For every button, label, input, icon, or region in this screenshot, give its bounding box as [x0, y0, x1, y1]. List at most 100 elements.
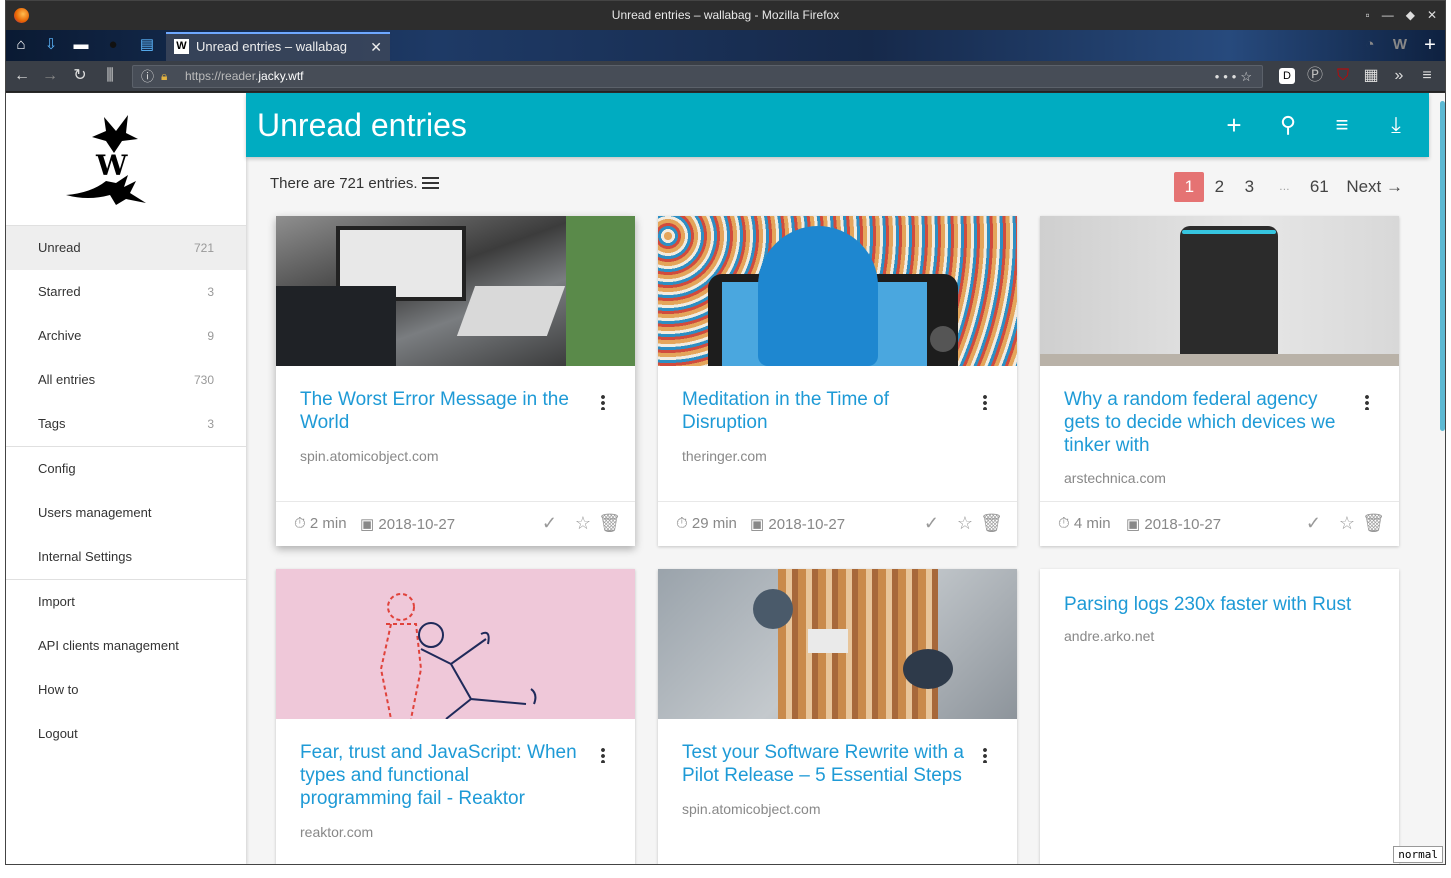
- sidebar-item-archive[interactable]: Archive 9: [6, 314, 246, 358]
- entry-card[interactable]: Parsing logs 230x faster with Rust andre…: [1040, 569, 1399, 864]
- maximize-icon[interactable]: ◆: [1406, 1, 1415, 30]
- pagination: 1 2 3 … 61 Next →: [1174, 172, 1403, 202]
- extension-icon[interactable]: ●: [104, 36, 122, 54]
- export-download-icon[interactable]: ⤓: [1384, 113, 1408, 137]
- page-content: W Unread 721 Starred 3 Archive 9 All entrie…: [6, 93, 1445, 864]
- sidebar-item-all-entries[interactable]: All entries 730: [6, 358, 246, 402]
- sidebar-item-users-management[interactable]: Users management: [6, 491, 246, 535]
- sidebar-item-tags[interactable]: Tags 3: [6, 402, 246, 446]
- close-tab-icon[interactable]: ✕: [370, 34, 382, 60]
- pocket-icon[interactable]: D: [1279, 68, 1295, 84]
- timer-icon: ⏱: [1058, 515, 1070, 532]
- scrollbar[interactable]: [1440, 101, 1445, 431]
- next-page-link[interactable]: Next →: [1346, 172, 1403, 202]
- entry-domain[interactable]: andre.arko.net: [1064, 628, 1154, 644]
- sidebar-item-logout[interactable]: Logout: [6, 712, 246, 756]
- restore-icon[interactable]: —: [1382, 1, 1394, 30]
- more-vert-icon[interactable]: [983, 747, 987, 763]
- ublock-icon[interactable]: ⛉: [1333, 66, 1353, 86]
- more-vert-icon[interactable]: [983, 394, 987, 410]
- more-vert-icon[interactable]: [1365, 394, 1369, 410]
- entry-card[interactable]: Test your Software Rewrite with a Pilot …: [658, 569, 1017, 864]
- wallabag-logo[interactable]: W: [6, 93, 246, 226]
- wallabag-icon[interactable]: W: [1391, 36, 1409, 54]
- delete-icon[interactable]: 🗑︎: [1362, 513, 1385, 534]
- entry-title-link[interactable]: Fear, trust and JavaScript: When types a…: [300, 741, 585, 810]
- star-icon[interactable]: ☆: [957, 513, 973, 534]
- entry-thumbnail[interactable]: [1040, 216, 1399, 366]
- sidebar-item-unread[interactable]: Unread 721: [6, 226, 246, 270]
- info-icon[interactable]: ⓘ: [141, 66, 154, 87]
- entry-title-link[interactable]: Parsing logs 230x faster with Rust: [1064, 593, 1384, 616]
- list-view-icon[interactable]: [421, 177, 439, 189]
- entry-thumbnail[interactable]: [658, 216, 1017, 366]
- star-icon[interactable]: ☆: [575, 513, 591, 534]
- url-scheme: https://reader.: [185, 69, 259, 83]
- page-last[interactable]: 61: [1304, 172, 1334, 202]
- close-window-icon[interactable]: ✕: [1427, 1, 1437, 30]
- menu-icon[interactable]: ≡: [1417, 66, 1437, 86]
- filter-icon[interactable]: ≡: [1330, 113, 1354, 137]
- page-3[interactable]: 3: [1234, 172, 1264, 202]
- sidebar-item-config[interactable]: Config: [6, 447, 246, 491]
- tab-active[interactable]: W Unread entries – wallabag ✕: [166, 32, 390, 61]
- reading-time-value: 2 min: [309, 515, 347, 532]
- entry-domain[interactable]: reaktor.com: [300, 824, 373, 840]
- library-icon[interactable]: ⫼: [100, 66, 120, 86]
- page-1[interactable]: 1: [1174, 172, 1205, 202]
- mark-read-icon[interactable]: ✓: [924, 513, 939, 534]
- p-extension-icon[interactable]: Ⓟ: [1305, 66, 1325, 86]
- entry-card[interactable]: Fear, trust and JavaScript: When types a…: [276, 569, 635, 864]
- mark-read-icon[interactable]: ✓: [542, 513, 557, 534]
- calendar-icon: ▣: [360, 516, 375, 533]
- page-2[interactable]: 2: [1204, 172, 1234, 202]
- overflow-icon[interactable]: »: [1389, 66, 1409, 86]
- laptop-icon[interactable]: ▬: [72, 36, 90, 54]
- delete-icon[interactable]: 🗑︎: [598, 513, 621, 534]
- reload-icon[interactable]: ↻: [70, 66, 90, 86]
- new-tab-icon[interactable]: +: [1421, 35, 1439, 55]
- entry-thumbnail[interactable]: [658, 569, 1017, 719]
- sidebar: W Unread 721 Starred 3 Archive 9 All entrie…: [6, 93, 246, 864]
- url-bar[interactable]: ⓘ 🔒︎ https://reader.jacky.wtf •••☆: [132, 65, 1263, 88]
- all-entries-count: 730: [193, 373, 214, 387]
- notes-icon[interactable]: ▤: [138, 36, 156, 54]
- download-icon[interactable]: ⇩: [42, 36, 60, 54]
- more-vert-icon[interactable]: [601, 394, 605, 410]
- entry-thumbnail[interactable]: [276, 569, 635, 719]
- entry-card[interactable]: The Worst Error Message in the World spi…: [276, 216, 635, 546]
- search-icon[interactable]: ⚲: [1276, 113, 1300, 137]
- entry-title-link[interactable]: Test your Software Rewrite with a Pilot …: [682, 741, 967, 787]
- lock-warning-icon[interactable]: 🔒︎: [161, 66, 167, 87]
- sidebar-item-how-to[interactable]: How to: [6, 668, 246, 712]
- entry-domain[interactable]: spin.atomicobject.com: [682, 801, 821, 817]
- back-icon[interactable]: ←: [12, 66, 32, 86]
- home-icon[interactable]: ⌂: [12, 36, 30, 54]
- entry-thumbnail[interactable]: [276, 216, 635, 366]
- entry-card[interactable]: Meditation in the Time of Disruption the…: [658, 216, 1017, 546]
- entry-title-link[interactable]: Why a random federal agency gets to deci…: [1064, 388, 1349, 457]
- sidebar-item-api-clients[interactable]: API clients management: [6, 624, 246, 668]
- sidebar-item-starred[interactable]: Starred 3: [6, 270, 246, 314]
- add-entry-icon[interactable]: +: [1222, 112, 1246, 138]
- entry-domain[interactable]: spin.atomicobject.com: [300, 448, 439, 464]
- entry-domain[interactable]: arstechnica.com: [1064, 470, 1166, 486]
- star-icon[interactable]: ☆: [1339, 513, 1355, 534]
- sidebar-item-internal-settings[interactable]: Internal Settings: [6, 535, 246, 579]
- sidebar-item-import[interactable]: Import: [6, 580, 246, 624]
- minimize-icon[interactable]: ▫: [1365, 1, 1369, 30]
- entry-card[interactable]: Why a random federal agency gets to deci…: [1040, 216, 1399, 546]
- containers-icon[interactable]: ▦: [1361, 66, 1381, 86]
- navigation-bar: ← → ↻ ⫼ ⓘ 🔒︎ https://reader.jacky.wtf ••…: [6, 61, 1445, 92]
- unread-count: 721: [193, 241, 214, 255]
- delete-icon[interactable]: 🗑︎: [980, 513, 1003, 534]
- entry-title-link[interactable]: Meditation in the Time of Disruption: [682, 388, 967, 434]
- more-vert-icon[interactable]: [601, 747, 605, 763]
- entry-title-link[interactable]: The Worst Error Message in the World: [300, 388, 585, 434]
- rss-icon[interactable]: ◔: [1361, 36, 1379, 54]
- page-actions-icon[interactable]: •••☆: [1215, 66, 1256, 87]
- entry-domain[interactable]: theringer.com: [682, 448, 767, 464]
- reading-time: ⏱ 2 min: [294, 515, 347, 532]
- forward-icon[interactable]: →: [40, 66, 60, 86]
- mark-read-icon[interactable]: ✓: [1306, 513, 1321, 534]
